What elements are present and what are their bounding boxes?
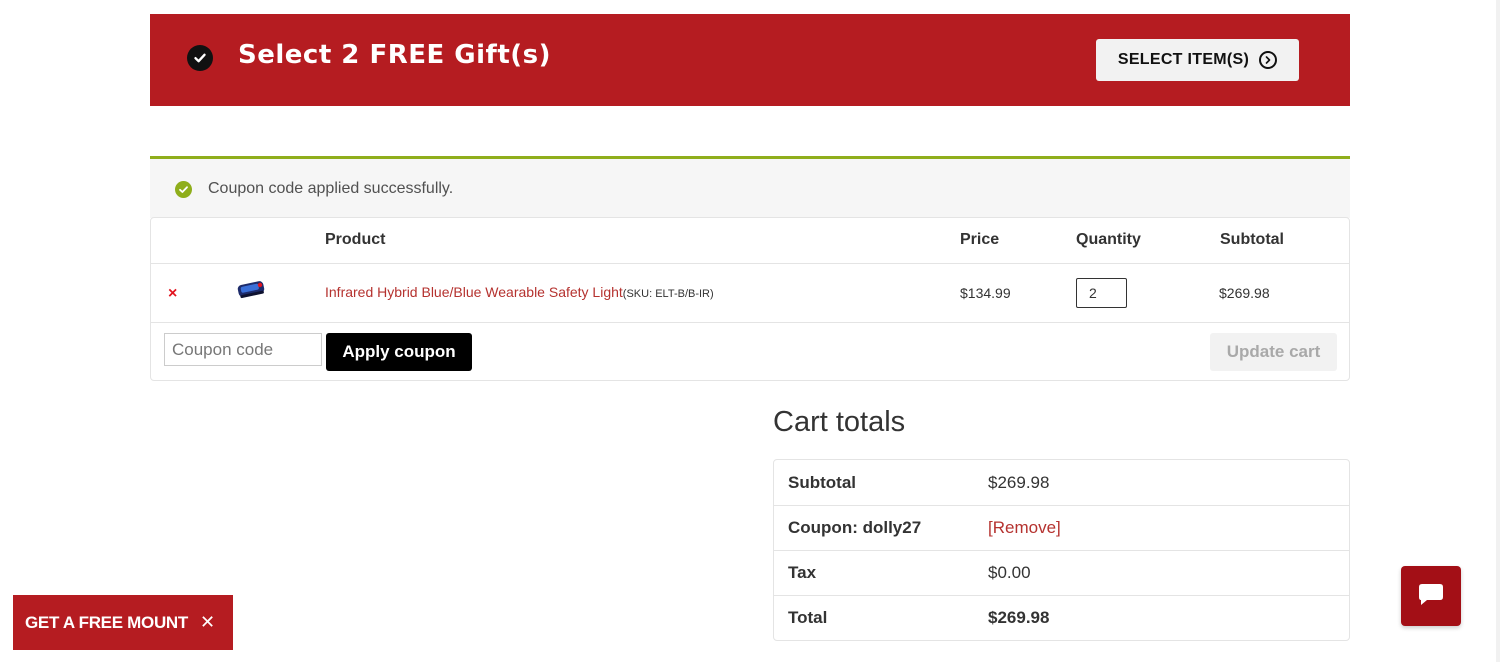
check-circle-icon: [175, 181, 192, 198]
gift-banner-title: Select 2 FREE Gift(s): [238, 40, 552, 70]
product-name-link[interactable]: Infrared Hybrid Blue/Blue Wearable Safet…: [325, 284, 714, 300]
select-items-button[interactable]: SELECT ITEM(S): [1096, 39, 1299, 81]
cart-totals-table: Subtotal $269.98 Coupon: dolly27 [Remove…: [773, 459, 1350, 641]
chat-bubble-icon: [1417, 581, 1445, 612]
item-subtotal: $269.98: [1219, 285, 1270, 301]
total-value: $269.98: [988, 608, 1050, 627]
column-header-subtotal: Subtotal: [1220, 231, 1284, 248]
close-icon[interactable]: ✕: [200, 612, 215, 633]
chat-button[interactable]: [1401, 566, 1461, 626]
column-header-price: Price: [960, 231, 1000, 248]
cart-totals-heading: Cart totals: [773, 406, 906, 438]
tax-label: Tax: [788, 563, 817, 582]
column-header-product: Product: [325, 231, 386, 248]
free-mount-promo-tab[interactable]: GET A FREE MOUNT ✕: [13, 595, 233, 650]
tax-value: $0.00: [988, 563, 1031, 582]
remove-coupon-link[interactable]: [Remove]: [988, 518, 1061, 538]
totals-row-tax: Tax $0.00: [774, 550, 1349, 596]
row-divider: [151, 322, 1349, 323]
free-mount-label[interactable]: GET A FREE MOUNT: [25, 613, 188, 633]
product-name[interactable]: Infrared Hybrid Blue/Blue Wearable Safet…: [325, 284, 623, 300]
totals-row-subtotal: Subtotal $269.98: [774, 460, 1349, 506]
page-scrollbar[interactable]: [1496, 0, 1500, 662]
coupon-code-input[interactable]: [164, 333, 322, 366]
subtotal-value: $269.98: [988, 473, 1050, 492]
apply-coupon-button[interactable]: Apply coupon: [326, 333, 472, 371]
quantity-input[interactable]: [1076, 278, 1127, 308]
item-price: $134.99: [960, 285, 1011, 301]
select-items-label: SELECT ITEM(S): [1117, 51, 1250, 68]
cart-table: Product Price Quantity Subtotal × Infrar…: [150, 217, 1350, 381]
totals-row-total: Total $269.98: [774, 595, 1349, 640]
product-thumbnail[interactable]: [236, 278, 268, 300]
update-cart-button[interactable]: Update cart: [1210, 333, 1337, 371]
subtotal-label: Subtotal: [788, 473, 856, 492]
product-sku: (SKU: ELT-B/B-IR): [622, 288, 714, 300]
coupon-success-notice: Coupon code applied successfully.: [150, 156, 1350, 218]
remove-item-button[interactable]: ×: [168, 285, 177, 303]
coupon-label: Coupon: dolly27: [788, 518, 922, 537]
arrow-right-circle-icon: [1259, 51, 1278, 69]
total-label: Total: [788, 608, 828, 627]
free-gift-banner: Select 2 FREE Gift(s) SELECT ITEM(S): [150, 14, 1350, 106]
totals-row-coupon: Coupon: dolly27 [Remove]: [774, 505, 1349, 551]
column-header-quantity: Quantity: [1076, 231, 1141, 248]
check-circle-icon: [187, 45, 213, 71]
row-divider: [151, 263, 1349, 264]
notice-message: Coupon code applied successfully.: [208, 180, 454, 197]
